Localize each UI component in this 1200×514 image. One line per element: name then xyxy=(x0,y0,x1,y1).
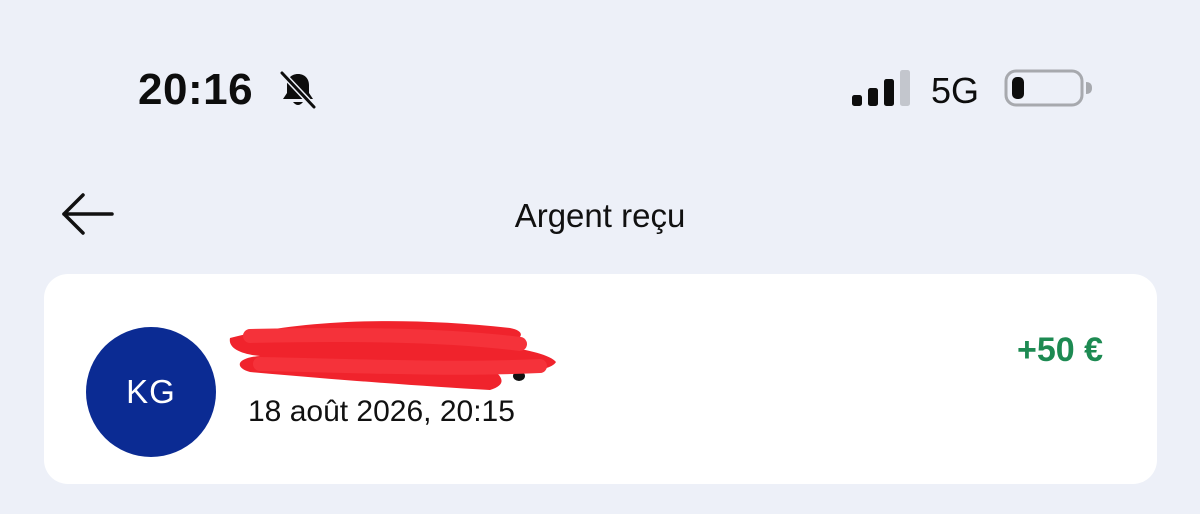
transaction-date: 18 août 2026, 20:15 xyxy=(248,395,515,428)
status-bar: 20:16 5G xyxy=(0,0,1200,180)
signal-icon xyxy=(852,70,910,106)
transaction-amount: +50 € xyxy=(1016,331,1103,369)
bell-off-icon xyxy=(279,70,317,110)
battery-icon xyxy=(1004,69,1092,107)
transaction-card[interactable]: KG 18 août 2026, 20:15 +50 € xyxy=(44,274,1157,484)
status-time: 20:16 xyxy=(138,65,254,114)
network-type: 5G xyxy=(931,70,980,111)
avatar: KG xyxy=(86,327,216,457)
page-title: Argent reçu xyxy=(514,197,686,234)
avatar-initials: KG xyxy=(126,373,176,410)
name-redaction xyxy=(229,321,556,390)
